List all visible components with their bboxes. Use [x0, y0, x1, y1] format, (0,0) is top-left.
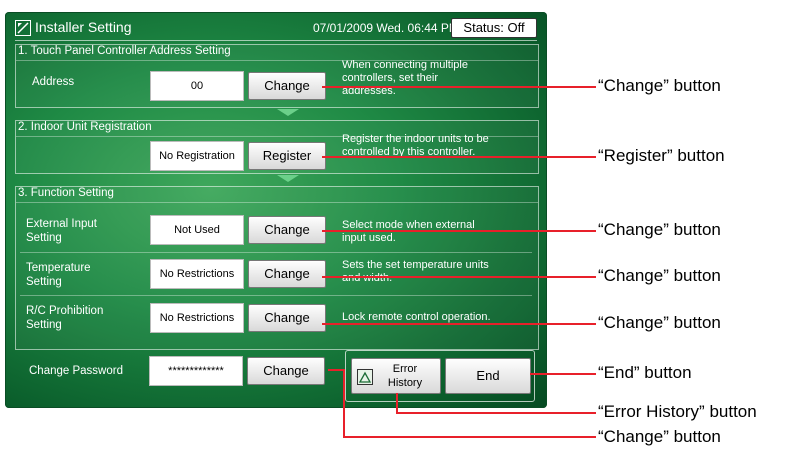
indoor-unit-description-line1: Register the indoor units to be	[342, 133, 489, 145]
function-section-title: 3. Function Setting	[18, 187, 114, 199]
error-history-button[interactable]: Error History	[351, 358, 441, 394]
temperature-label-line1: Temperature	[26, 262, 91, 274]
section-arrow-icon	[277, 175, 299, 182]
address-section: 1. Touch Panel Controller Address Settin…	[15, 44, 539, 108]
page-title: Installer Setting	[35, 19, 132, 35]
callout-change-button-4: “Change” button	[598, 313, 721, 332]
datetime-display: 07/01/2009 Wed. 06:44 PM	[313, 21, 459, 35]
address-change-button[interactable]: Change	[248, 72, 326, 100]
callout-line	[328, 369, 344, 371]
error-history-label-line2: History	[387, 377, 423, 389]
settings-icon	[15, 20, 31, 36]
indoor-unit-section: 2. Indoor Unit Registration No Registrat…	[15, 120, 539, 174]
temperature-change-button[interactable]: Change	[248, 260, 326, 288]
temperature-description-line1: Sets the set temperature units	[342, 259, 489, 271]
external-input-label-line2: Setting	[26, 232, 62, 244]
external-input-description-line2: input used.	[342, 232, 396, 244]
external-input-description: Select mode when external input used.	[342, 219, 475, 245]
callout-change-button-3: “Change” button	[598, 266, 721, 285]
address-value: 00	[150, 71, 244, 101]
external-input-label: External Input Setting	[26, 217, 97, 245]
temperature-value: No Restrictions	[150, 259, 244, 289]
address-label: Address	[32, 76, 75, 88]
callout-line	[322, 86, 596, 88]
row-divider	[20, 295, 532, 296]
callout-change-button-2: “Change” button	[598, 220, 721, 239]
callout-line	[530, 373, 596, 375]
callout-change-button-1: “Change” button	[598, 76, 721, 95]
rc-prohibition-label-line2: Setting	[26, 319, 62, 331]
callout-error-history-button: “Error History” button	[598, 402, 757, 421]
status-badge: Status: Off	[451, 18, 537, 38]
rc-prohibition-value: No Restrictions	[150, 303, 244, 333]
function-section: 3. Function Setting External Input Setti…	[15, 186, 539, 350]
callout-line	[322, 230, 596, 232]
callout-line	[322, 323, 596, 325]
address-description-line1: When connecting multiple	[342, 59, 468, 71]
register-button[interactable]: Register	[248, 142, 326, 170]
rc-prohibition-change-button[interactable]: Change	[248, 304, 326, 332]
row-divider	[20, 252, 532, 253]
callout-line	[322, 276, 596, 278]
registration-value: No Registration	[150, 141, 244, 171]
callout-change-button-5: “Change” button	[598, 427, 721, 446]
password-change-button[interactable]: Change	[247, 357, 325, 385]
temperature-description-line2: and width.	[342, 272, 393, 284]
indoor-unit-section-title: 2. Indoor Unit Registration	[18, 121, 152, 133]
external-input-value: Not Used	[150, 215, 244, 245]
callout-line	[396, 412, 596, 414]
temperature-label: Temperature Setting	[26, 261, 91, 289]
error-history-icon	[357, 369, 373, 385]
change-password-label: Change Password	[29, 365, 123, 377]
temperature-label-line2: Setting	[26, 276, 62, 288]
address-description-line2: controllers, set their	[342, 72, 438, 84]
address-section-title: 1. Touch Panel Controller Address Settin…	[18, 45, 231, 57]
callout-end-button: “End” button	[598, 363, 692, 382]
error-history-label-line1: Error	[392, 363, 418, 375]
password-value: *************	[149, 356, 243, 386]
external-input-change-button[interactable]: Change	[248, 216, 326, 244]
external-input-label-line1: External Input	[26, 218, 97, 230]
callout-register-button: “Register” button	[598, 146, 725, 165]
callout-line	[343, 369, 345, 438]
title-bar: Installer Setting 07/01/2009 Wed. 06:44 …	[15, 18, 537, 41]
callout-line	[322, 156, 596, 158]
temperature-description: Sets the set temperature units and width…	[342, 259, 489, 285]
section-arrow-icon	[277, 109, 299, 116]
callout-line	[396, 393, 398, 413]
installer-setting-panel: Installer Setting 07/01/2009 Wed. 06:44 …	[5, 12, 547, 408]
callout-line	[343, 436, 596, 438]
rc-prohibition-label: R/C Prohibition Setting	[26, 304, 103, 332]
address-description: When connecting multiple controllers, se…	[342, 59, 468, 98]
rc-prohibition-label-line1: R/C Prohibition	[26, 305, 104, 317]
end-button[interactable]: End	[445, 358, 531, 394]
